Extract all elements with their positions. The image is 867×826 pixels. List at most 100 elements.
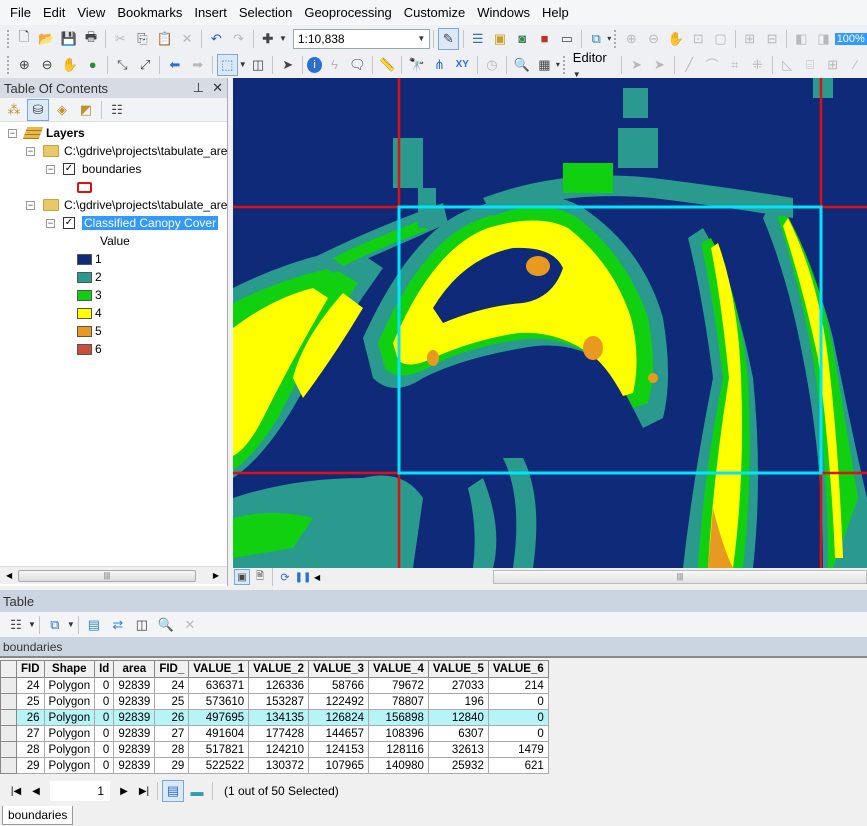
table-cell[interactable]: 636371 [188, 677, 250, 694]
fixed-zoom-in-icon[interactable]: ⤡ [112, 54, 133, 76]
chevron-down-icon[interactable]: ▼ [417, 34, 425, 43]
collapse-icon[interactable]: − [26, 200, 35, 210]
toolbar-overflow-icon[interactable]: ▾ [607, 34, 611, 43]
table-cell[interactable]: Polygon [43, 757, 96, 774]
table-cell[interactable]: 92839 [113, 693, 156, 710]
table-cell[interactable]: 79672 [368, 677, 429, 694]
column-header-value-3[interactable]: VALUE_3 [308, 660, 369, 678]
scroll-left-icon[interactable]: ◀ [6, 571, 12, 580]
layers-root[interactable]: − Layers [8, 124, 85, 142]
toolbar-grip[interactable] [7, 55, 10, 74]
table-cell[interactable]: 27 [16, 725, 45, 742]
table-cell[interactable]: 32613 [427, 741, 489, 758]
table-cell[interactable]: 92839 [113, 709, 156, 726]
table-cell[interactable]: Polygon [43, 709, 96, 726]
table-cell[interactable]: 130372 [248, 757, 310, 774]
layout-zoom-out-icon[interactable]: ⊖ [643, 28, 663, 50]
column-header-value-4[interactable]: VALUE_4 [368, 660, 429, 678]
zoom-to-selected-icon[interactable]: 🔍 [155, 614, 177, 636]
next-extent-icon[interactable]: ◨ [813, 28, 833, 50]
straight-segment-icon[interactable]: ╱ [679, 54, 700, 76]
menu-bookmarks[interactable]: Bookmarks [111, 5, 188, 20]
switch-selection-icon[interactable]: ⇄ [107, 614, 129, 636]
table-of-contents-icon[interactable]: ☰ [468, 28, 488, 50]
column-header-value-2[interactable]: VALUE_2 [248, 660, 310, 678]
refresh-icon[interactable]: ⟳ [277, 569, 293, 585]
previous-extent-icon[interactable]: ◧ [791, 28, 811, 50]
table-cell[interactable]: 6307 [427, 725, 489, 742]
menu-help[interactable]: Help [536, 5, 575, 20]
table-cell[interactable]: 12840 [427, 709, 489, 726]
select-features-icon[interactable]: ⬚ [216, 53, 238, 76]
legend-item[interactable]: 6 [77, 340, 102, 358]
zoom-out-icon[interactable]: ⊖ [37, 54, 58, 76]
table-cell[interactable]: 92839 [113, 741, 156, 758]
cut-icon[interactable]: ✂ [110, 28, 130, 50]
zoom-in-icon[interactable]: ⊕ [14, 54, 35, 76]
toolbar-overflow-icon[interactable]: ▾ [556, 60, 560, 69]
table-cell[interactable]: 27033 [427, 677, 489, 694]
table-cell[interactable]: 522522 [188, 757, 250, 774]
table-cell[interactable]: 517821 [188, 741, 250, 758]
menu-file[interactable]: File [4, 5, 37, 20]
table-cell[interactable]: 621 [487, 757, 549, 774]
scroll-left-icon[interactable]: ◀ [314, 573, 320, 582]
find-route-icon[interactable]: ⋔ [429, 54, 450, 76]
boundaries-symbol[interactable] [77, 178, 92, 196]
legend-item[interactable]: 3 [77, 286, 102, 304]
table-cell[interactable]: 108396 [368, 725, 429, 742]
python-window-icon[interactable]: ▭ [557, 28, 577, 50]
table-cell[interactable]: 0 [94, 757, 115, 774]
edit-vertices-icon[interactable]: ◺ [777, 54, 798, 76]
layer-visibility-checkbox[interactable]: ✓ [63, 217, 75, 229]
column-header-fid[interactable]: FID [16, 660, 45, 678]
menu-view[interactable]: View [71, 5, 111, 20]
reshape-icon[interactable]: ⌸ [800, 54, 821, 76]
save-icon[interactable]: 💾 [59, 28, 79, 50]
table-cell[interactable]: 92839 [113, 725, 156, 742]
zoom-100-icon[interactable]: ▢ [710, 28, 730, 50]
measure-icon[interactable]: 📏 [377, 54, 398, 76]
table-cell[interactable]: 144657 [308, 725, 369, 742]
table-cell[interactable]: 128116 [368, 741, 429, 758]
table-cell[interactable]: 1479 [487, 741, 549, 758]
table-cell[interactable]: 134135 [248, 709, 310, 726]
scroll-right-icon[interactable]: ▶ [213, 571, 219, 580]
table-cell[interactable]: Polygon [43, 693, 96, 710]
table-cell[interactable]: 0 [94, 709, 115, 726]
arctoolbox-icon[interactable]: ■ [534, 28, 554, 50]
table-cell[interactable]: 27 [154, 725, 190, 742]
catalog-window-icon[interactable]: ▣ [490, 28, 510, 50]
table-cell[interactable]: 92839 [113, 677, 156, 694]
modelbuilder-icon[interactable]: ⧉ [586, 28, 606, 50]
fixed-zoom-out-icon[interactable]: ⊟ [762, 28, 782, 50]
chevron-down-icon[interactable]: ▼ [67, 620, 75, 629]
last-record-icon[interactable]: ▶| [134, 786, 154, 797]
related-tables-icon[interactable]: ⧉ [44, 614, 66, 636]
magnifier-window-icon[interactable]: 🔍 [511, 54, 532, 76]
fixed-zoom-out-icon[interactable]: ⤢ [135, 54, 156, 76]
table-cell[interactable]: 0 [94, 725, 115, 742]
search-window-icon[interactable]: ◙ [512, 28, 532, 50]
table-cell[interactable]: 26 [154, 709, 190, 726]
table-cell[interactable]: 153287 [248, 693, 310, 710]
table-cell[interactable]: 25 [154, 693, 190, 710]
edit-annotation-icon[interactable]: ➤ [649, 54, 670, 76]
column-header-area[interactable]: area [113, 660, 156, 678]
collapse-icon[interactable]: − [46, 218, 55, 228]
column-header-shape[interactable]: Shape [43, 660, 96, 678]
options-icon[interactable]: ☷ [106, 99, 128, 121]
pin-icon[interactable]: ⊥ [193, 80, 204, 95]
table-tab-boundaries[interactable]: boundaries [2, 806, 74, 825]
list-by-source-icon[interactable]: ⛁ [27, 98, 49, 121]
table-cell[interactable]: 0 [94, 677, 115, 694]
row-selector[interactable] [0, 677, 17, 694]
close-icon[interactable]: ✕ [212, 80, 223, 95]
row-selector[interactable] [0, 693, 17, 710]
scrollbar-thumb[interactable]: ||| [18, 570, 196, 582]
toc-horizontal-scrollbar[interactable]: ◀ ||| ▶ [0, 566, 227, 584]
table-cell[interactable]: 25932 [427, 757, 489, 774]
editor-toolbar-icon[interactable]: ✎ [438, 27, 459, 50]
back-extent-icon[interactable]: ⬅ [164, 54, 185, 76]
row-selector[interactable] [0, 757, 17, 774]
